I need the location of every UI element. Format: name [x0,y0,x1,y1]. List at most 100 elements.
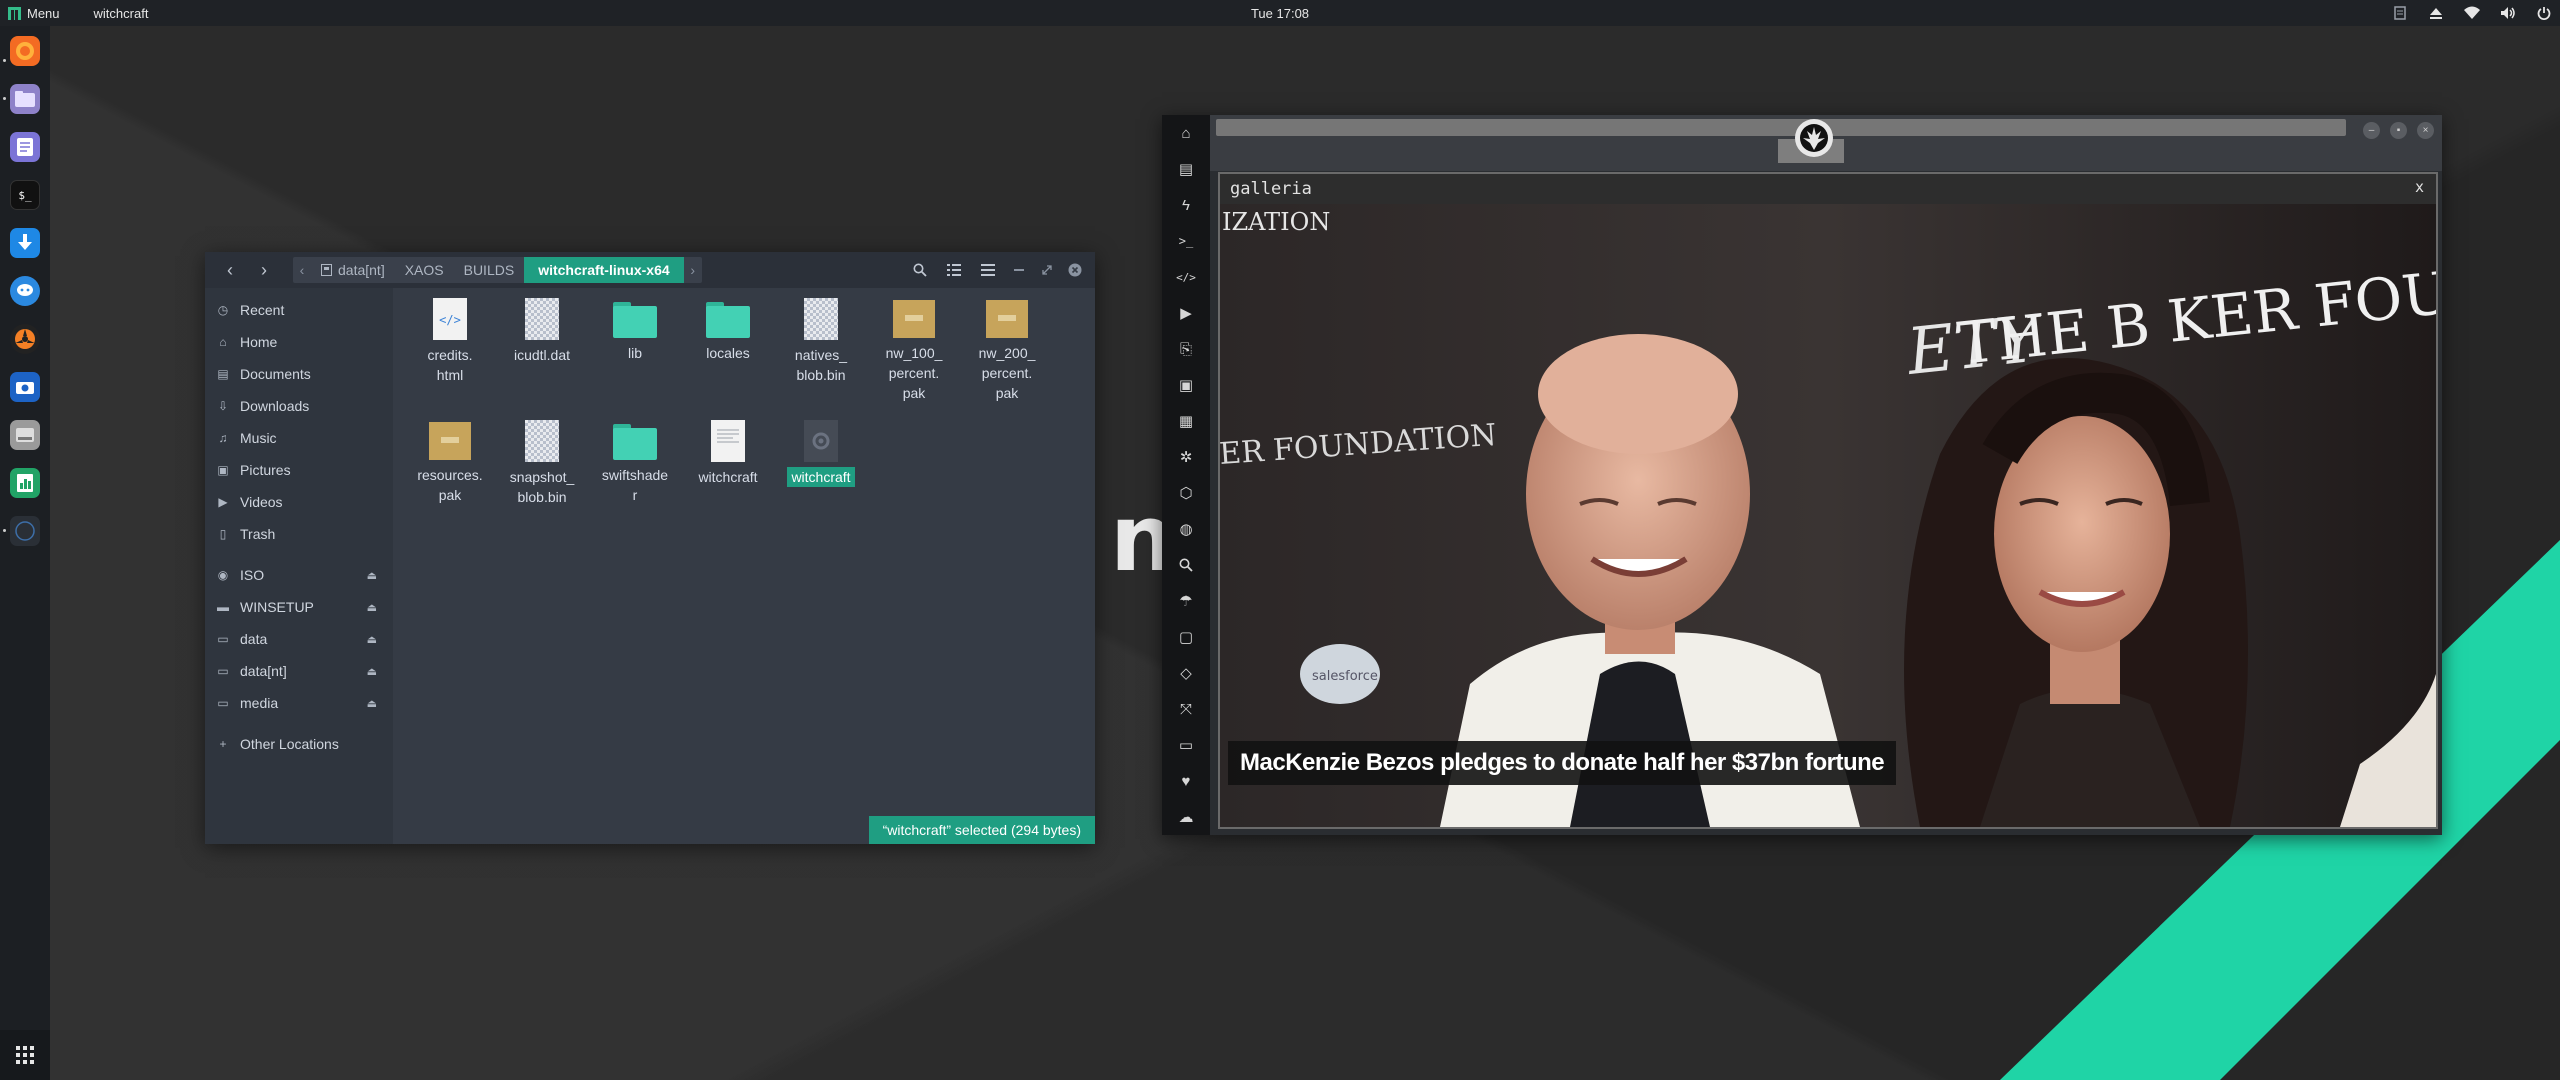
play-icon[interactable]: ▶ [1176,303,1196,323]
terminal-icon[interactable]: $_ [10,180,40,210]
file-item[interactable]: swiftshade r [596,420,674,505]
file-item[interactable]: locales [689,298,767,363]
disc-icon: ◉ [217,568,229,582]
maximize-icon[interactable] [1033,257,1061,283]
power-icon[interactable] [2536,5,2552,21]
file-item[interactable]: nw_100_ percent. pak [875,298,953,403]
wifi-icon[interactable] [2464,5,2480,21]
file-item[interactable]: witchcraft [689,420,767,487]
binary-file-icon [525,420,559,462]
file-item[interactable]: </> credits. html [411,298,489,385]
sidebar-item-music[interactable]: ♫ Music [205,422,393,454]
cloud-icon[interactable]: ☁ [1176,807,1196,827]
sidebar-item-recent[interactable]: ◷ Recent [205,294,393,326]
minimize-icon[interactable]: – [2363,122,2380,139]
sidebar-item-media[interactable]: ▭ media ⏏ [205,687,393,719]
sidebar-item-other-locations[interactable]: + Other Locations [205,728,393,760]
file-item[interactable]: natives_ blob.bin [782,298,860,385]
sidebar-item-label: Home [240,334,278,350]
chat-icon[interactable] [10,276,40,306]
diamond-icon[interactable]: ◇ [1176,663,1196,683]
gallery-image[interactable]: IZATION ER FOUNDATION ETY THE B KER FOU … [1220,204,2436,827]
file-item[interactable]: icudtl.dat [503,298,581,365]
clock[interactable]: Tue 17:08 [0,6,2560,21]
photo-text-sponsor: salesforce [1312,669,1378,684]
expand-icon[interactable]: ⤧ [1176,699,1196,719]
media-player-icon[interactable] [10,324,40,354]
file-item[interactable]: snapshot_ blob.bin [503,420,581,507]
sidebar-item-downloads[interactable]: ⇩ Downloads [205,390,393,422]
back-button[interactable]: ‹ [213,257,247,283]
document-icon[interactable]: ▤ [1176,159,1196,179]
crumb-builds[interactable]: BUILDS [454,257,525,283]
file-item[interactable]: nw_200_ percent. pak [968,298,1046,403]
files-icon[interactable] [10,84,40,114]
folder-icon [613,424,657,460]
youtube-icon[interactable]: ▭ [1176,735,1196,755]
sidebar-item-data[interactable]: ▭ data ⏏ [205,623,393,655]
sidebar-item-pictures[interactable]: ▣ Pictures [205,454,393,486]
search-icon[interactable] [1176,555,1196,575]
sidebar-item-data-nt[interactable]: ▭ data[nt] ⏏ [205,655,393,687]
address-bar[interactable] [1216,119,2346,136]
search-icon[interactable] [903,257,937,283]
menu-button[interactable]: Menu [0,0,70,26]
menu-icon[interactable] [971,257,1005,283]
home-icon: ⌂ [219,335,227,349]
view-list-icon[interactable] [937,257,971,283]
clipboard-icon[interactable] [2392,5,2408,21]
sidebar-item-winsetup[interactable]: ▬ WINSETUP ⏏ [205,591,393,623]
apps-grid-icon[interactable] [0,1030,50,1080]
code-icon[interactable]: </> [1176,267,1196,287]
file-manager-toolbar [903,252,1095,288]
maximize-icon[interactable]: ▪ [2390,122,2407,139]
spreadsheet-icon[interactable] [10,468,40,498]
disks-icon[interactable] [10,420,40,450]
close-icon[interactable] [1061,257,1089,283]
path-scroll-left-icon[interactable]: ‹ [293,257,311,283]
sidebar-item-iso[interactable]: ◉ ISO ⏏ [205,559,393,591]
home-icon[interactable]: ⌂ [1176,123,1196,143]
eject-icon[interactable]: ⏏ [367,697,377,710]
volume-icon[interactable] [2500,5,2516,21]
sidebar-item-label: Other Locations [240,736,339,752]
firefox-icon[interactable] [10,36,40,66]
sidebar-item-trash[interactable]: ▯ Trash [205,518,393,550]
crumb-xaos[interactable]: XAOS [395,257,454,283]
witchcraft-icon[interactable] [10,516,40,546]
file-item[interactable]: lib [596,298,674,363]
path-scroll-right-icon[interactable]: › [684,257,702,283]
text-editor-icon[interactable] [10,132,40,162]
sidebar-item-videos[interactable]: ▶ Videos [205,486,393,518]
minimize-icon[interactable] [1005,257,1033,283]
downloader-icon[interactable] [10,228,40,258]
file-item[interactable]: resources. pak [411,420,489,505]
trash-icon: ▯ [219,527,227,541]
sidebar-item-documents[interactable]: ▤ Documents [205,358,393,390]
file-item-selected[interactable]: witchcraft [782,420,860,487]
react-icon[interactable]: ✲ [1176,447,1196,467]
terminal-icon[interactable]: >_ [1176,231,1196,251]
sidebar-item-home[interactable]: ⌂ Home [205,326,393,358]
forward-button[interactable]: › [247,257,281,283]
heart-icon[interactable]: ♥ [1176,771,1196,791]
gallery-close-button[interactable]: x [2415,178,2424,196]
globe-icon[interactable]: ◍ [1176,519,1196,539]
eject-icon[interactable]: ⏏ [367,665,377,678]
bolt-icon[interactable]: ϟ [1176,195,1196,215]
screenshot-icon[interactable] [10,372,40,402]
eject-icon[interactable]: ⏏ [367,601,377,614]
eject-icon[interactable]: ⏏ [367,633,377,646]
eject-icon[interactable] [2428,5,2444,21]
translate-icon[interactable]: ⎘ [1176,339,1196,359]
close-icon[interactable]: × [2417,122,2434,139]
umbrella-icon[interactable]: ☂ [1176,591,1196,611]
eject-icon[interactable]: ⏏ [367,569,377,582]
crumb-drive[interactable]: data[nt] [311,257,395,283]
contact-icon[interactable]: ▢ [1176,627,1196,647]
crumb-current[interactable]: witchcraft-linux-x64 [524,257,684,283]
news-icon[interactable]: ▦ [1176,411,1196,431]
folder-icon [613,302,657,338]
image-icon[interactable]: ▣ [1176,375,1196,395]
hexagon-icon[interactable]: ⬡ [1176,483,1196,503]
